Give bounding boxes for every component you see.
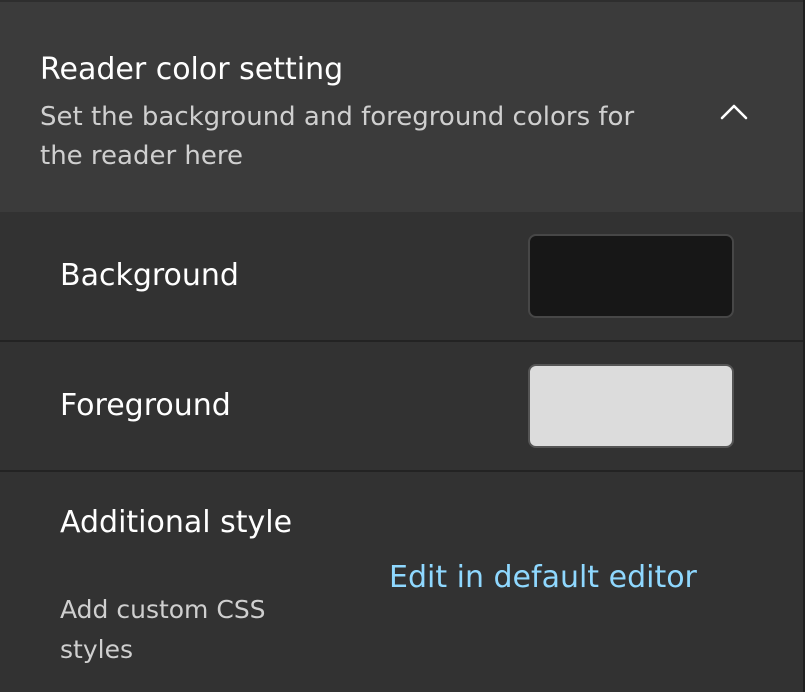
- additional-style-row: Additional style Add custom CSS styles E…: [0, 472, 803, 692]
- section-title: Reader color setting: [40, 52, 344, 87]
- background-label: Background: [60, 258, 239, 293]
- additional-style-description: Add custom CSS styles: [60, 595, 266, 664]
- background-row: Background: [0, 212, 803, 342]
- additional-style-title: Additional style: [60, 505, 293, 540]
- edit-in-default-editor-link[interactable]: Edit in default editor: [389, 560, 697, 595]
- foreground-row: Foreground: [0, 342, 803, 472]
- foreground-label: Foreground: [60, 388, 231, 423]
- section-description: Set the background and foreground colors…: [40, 102, 635, 171]
- chevron-up-icon[interactable]: [716, 94, 752, 130]
- reader-color-setting-header[interactable]: Reader color setting Set the background …: [0, 0, 803, 212]
- background-color-swatch[interactable]: [528, 234, 734, 318]
- settings-panel: Reader color setting Set the background …: [0, 0, 805, 692]
- foreground-color-swatch[interactable]: [528, 364, 734, 448]
